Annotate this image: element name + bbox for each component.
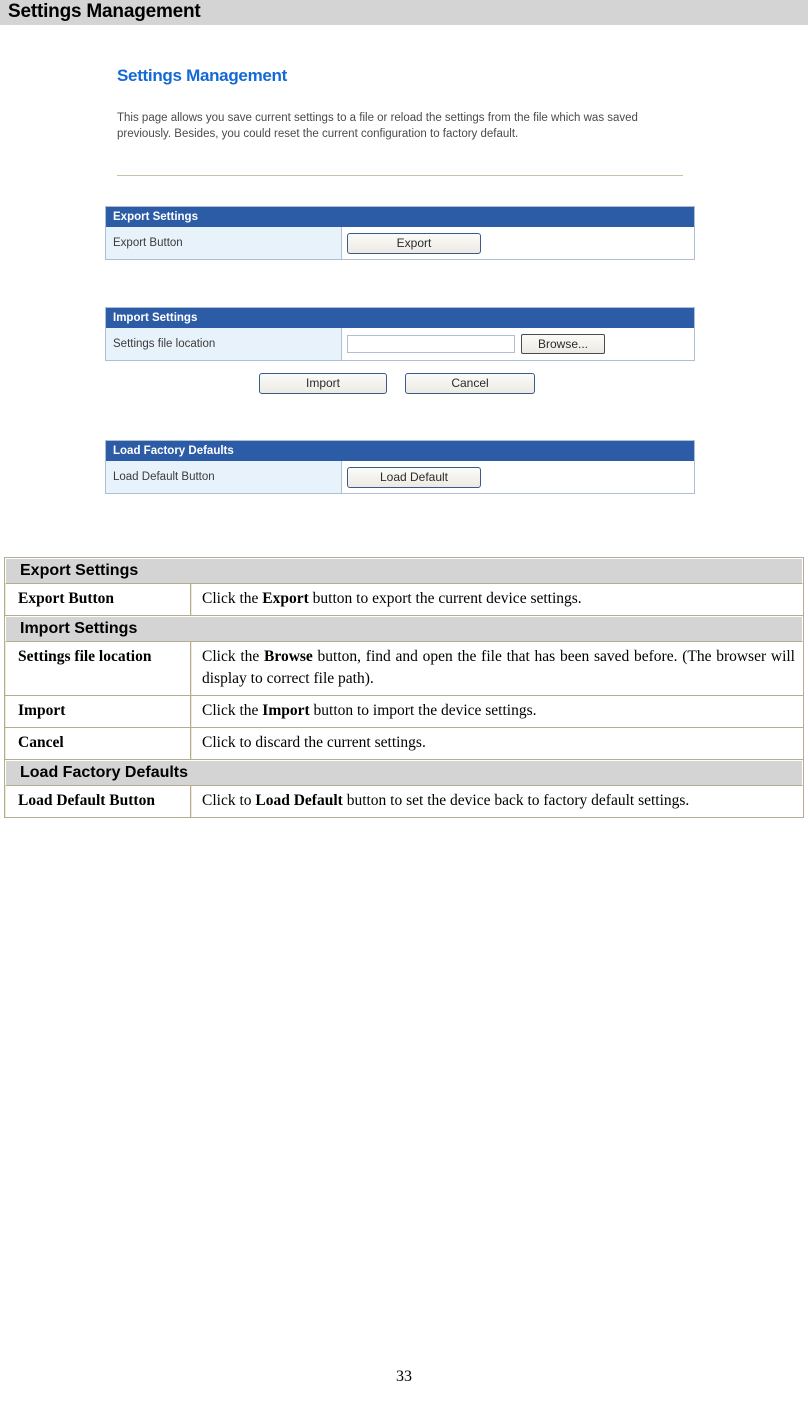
browse-button[interactable]: Browse... [521, 334, 605, 354]
doc-section-heading: Import Settings [5, 616, 803, 642]
settings-file-location-label: Settings file location [106, 328, 342, 360]
export-settings-heading: Export Settings [106, 207, 694, 227]
table-row: Cancel Click to discard the current setti… [5, 728, 803, 760]
export-button[interactable]: Export [347, 232, 481, 254]
page-header-band: Settings Management [0, 0, 808, 25]
doc-row-key: Load Default Button [5, 786, 191, 817]
doc-row-key: Cancel [5, 728, 191, 759]
export-button-field: Export [342, 227, 694, 259]
settings-file-location-field: Browse... [342, 328, 694, 360]
doc-row-description: Click the Import button to import the de… [191, 696, 803, 727]
table-row: Export Button Click the Export button to … [5, 584, 803, 616]
doc-row-description: Click to Load Default button to set the … [191, 786, 803, 817]
import-action-buttons: Import Cancel [259, 373, 535, 394]
table-row: Import Click the Import button to import … [5, 696, 803, 728]
page-number: 33 [396, 1368, 412, 1385]
device-ui-screenshot: Settings Management This page allows you… [103, 56, 696, 516]
import-button[interactable]: Import [259, 373, 387, 394]
table-row: Load Default Button Click to Load Default… [5, 786, 803, 817]
load-default-button[interactable]: Load Default [347, 466, 481, 488]
export-button-row: Export Button Export [106, 227, 694, 259]
doc-section-heading: Export Settings [5, 558, 803, 584]
load-default-button-label: Load Default Button [106, 461, 342, 493]
device-page-title: Settings Management [117, 66, 287, 85]
cancel-button[interactable]: Cancel [405, 373, 535, 394]
doc-row-description: Click the Export button to export the cu… [191, 584, 803, 615]
device-page-description: This page allows you save current settin… [117, 112, 638, 140]
settings-file-location-row: Settings file location Browse... [106, 328, 694, 360]
import-settings-heading: Import Settings [106, 308, 694, 328]
doc-row-key: Settings file location [5, 642, 191, 695]
doc-row-key: Import [5, 696, 191, 727]
load-factory-defaults-panel: Load Factory Defaults Load Default Butto… [105, 440, 695, 494]
load-default-button-field: Load Default [342, 461, 694, 493]
doc-row-key: Export Button [5, 584, 191, 615]
doc-row-description: Click to discard the current settings. [191, 728, 803, 759]
doc-row-description: Click the Browse button, find and open t… [191, 642, 803, 695]
load-factory-defaults-heading: Load Factory Defaults [106, 441, 694, 461]
export-settings-panel: Export Settings Export Button Export [105, 206, 695, 260]
load-default-button-row: Load Default Button Load Default [106, 461, 694, 493]
table-row: Settings file location Click the Browse b… [5, 642, 803, 696]
export-button-label: Export Button [106, 227, 342, 259]
page-title: Settings Management [8, 1, 201, 22]
settings-file-path-input[interactable] [347, 335, 515, 353]
import-settings-panel: Import Settings Settings file location B… [105, 307, 695, 361]
settings-reference-table: Export Settings Export Button Click the Ex… [4, 557, 804, 818]
horizontal-divider [117, 175, 683, 176]
doc-section-heading: Load Factory Defaults [5, 760, 803, 786]
